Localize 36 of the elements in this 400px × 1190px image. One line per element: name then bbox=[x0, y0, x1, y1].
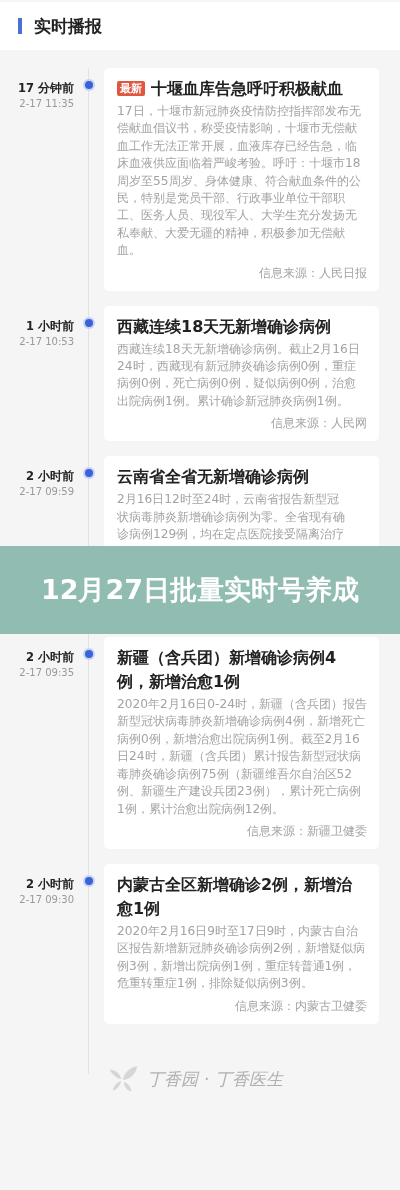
news-title: 西藏连续18天无新增确诊病例 bbox=[117, 315, 333, 338]
timeline-dot bbox=[85, 876, 93, 885]
timeline-dot bbox=[85, 81, 93, 89]
news-body: 17日，十堰市新冠肺炎疫情防控指挥部发布无偿献血倡议书，称受疫情影响，十堰市无偿献血工作无法正常开展，血液库存已经告急，临床血液供应面临着严峻考验。呼吁：十堰市18周岁至55周岁、身体健康、符合献血条件的公民，特别是党员干部、行政事业单位干部职工、医务人员、现役军人、大学生充分发扬无私奉献、大爱无疆的精神，积极参加无偿献血。 bbox=[117, 103, 362, 260]
time-ago: 2 小时前 bbox=[25, 875, 74, 892]
timestamp: 2-17 10:53 bbox=[18, 334, 74, 349]
news-body: 2020年2月16日0-24时，新疆（含兵团）报告新型冠状病毒肺炎新增确诊病例4例，新增死亡病例0例，新增治愈出院病例1例。截至2月16日24时，新疆（含兵团）累计报告新型冠状病毒肺炎确诊病例75例（新疆维吾尔自治区52例、新疆生产建设兵团23例），累计死亡病例1例，累计治愈出院病例12例。 bbox=[117, 696, 367, 818]
time-ago: 17 分钟前 bbox=[17, 80, 74, 96]
source-text: 信息来源：新疆卫健委 bbox=[247, 822, 367, 840]
news-body: 状病毒肺炎新增确诊病例为零。全省现有确 bbox=[117, 508, 346, 526]
time-ago: 2 小时前 bbox=[25, 468, 74, 485]
timeline-dot bbox=[85, 650, 93, 659]
time-ago: 1 小时前 bbox=[25, 317, 74, 334]
news-body: 2020年2月16日9时至17日9时，内蒙古自治区报告新增新冠肺炎确诊病例2例，新增疑似病例3例，新增出院病例1例，重症转普通1例，危重转重症1例，排除疑似病例3例。 bbox=[117, 922, 366, 993]
news-body: 西藏连续18天无新增确诊病例。截止2月16日24时，西藏现有新冠肺炎确诊病例0例，重症病例0例，死亡病例0例，疑似病例0例，治愈出院病例1例。累计确诊新冠肺炎病例1例。 bbox=[117, 340, 361, 410]
news-body: 诊病例129例，均在定点医院接受隔离治疗 bbox=[117, 526, 346, 544]
accent-bar bbox=[18, 18, 22, 34]
news-title: 新疆（含兵团）新增确诊病例4例，新增治愈1例 bbox=[117, 647, 338, 694]
timestamp: 2-17 09:30 bbox=[18, 892, 74, 907]
news-title: 云南省全省无新增确诊病例 bbox=[117, 466, 310, 489]
timestamp: 2-17 11:35 bbox=[18, 97, 74, 111]
timeline-dot bbox=[85, 469, 93, 478]
source-text: 信息来源：人民日报 bbox=[259, 264, 367, 282]
timestamp: 2-17 09:59 bbox=[18, 485, 74, 500]
news-title: 最新 十堰血库告急呼吁积极献血 bbox=[117, 77, 367, 101]
section-title: 实时播报 bbox=[34, 14, 102, 38]
source-text: 信息来源：内蒙古卫健委 bbox=[235, 997, 367, 1015]
timestamp: 2-17 09:35 bbox=[18, 666, 74, 681]
news-body: 2月16日12时至24时，云南省报告新型冠 bbox=[117, 491, 341, 509]
source-text: 信息来源：人民网 bbox=[271, 415, 367, 433]
news-title: 内蒙古全区新增确诊2例，新增治愈1例 bbox=[117, 873, 354, 920]
brand-text: 丁香园 · 丁香医生 bbox=[147, 1068, 283, 1092]
banner-title: 12月27日批量实时号养成 bbox=[40, 573, 360, 607]
new-badge: 最新 bbox=[117, 81, 145, 96]
time-ago: 2 小时前 bbox=[25, 649, 74, 666]
timeline-dot bbox=[85, 318, 93, 327]
